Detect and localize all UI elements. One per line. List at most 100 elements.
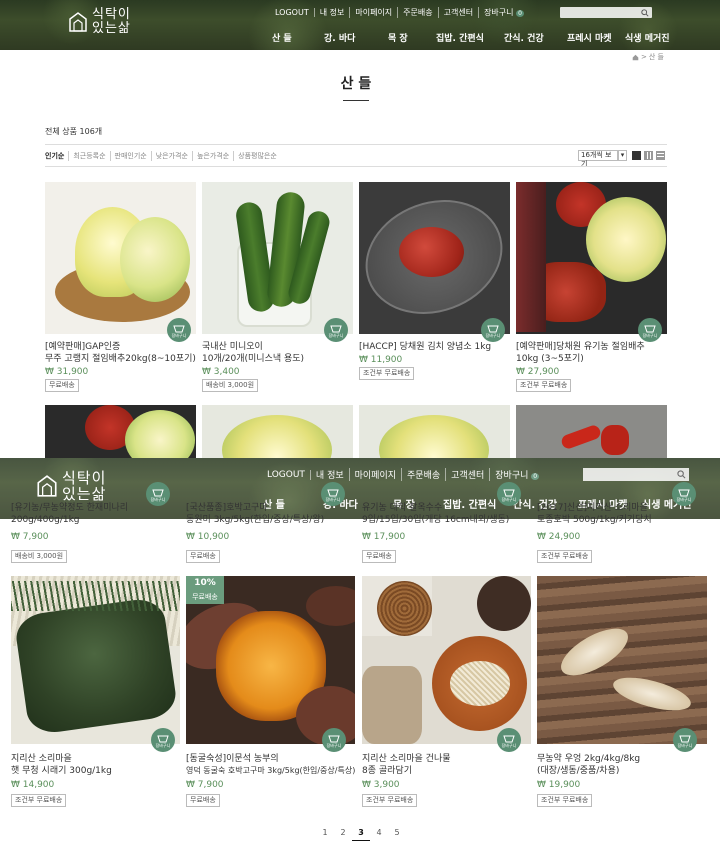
product-title[interactable]: [예약판매]당채원 유기농 절임배추 10kg (3~5포기): [516, 341, 645, 365]
page-2[interactable]: 2: [334, 828, 352, 841]
sort-popular[interactable]: 인기순: [45, 151, 70, 161]
breadcrumb: > 산 들: [632, 52, 664, 62]
product-image[interactable]: [537, 576, 707, 744]
add-to-cart-button[interactable]: 장바구니: [672, 482, 696, 506]
product-image[interactable]: [359, 182, 510, 334]
shipping-badge: 조건부 무료배송: [359, 367, 415, 380]
add-to-cart-button[interactable]: 장바구니: [638, 318, 662, 342]
home-icon[interactable]: [632, 54, 639, 61]
search-input[interactable]: [583, 468, 689, 481]
cart-icon: [157, 735, 169, 742]
nav-ranch[interactable]: 목 장: [388, 31, 436, 44]
logo-line1: 식탁이: [62, 469, 107, 487]
product-title-line1: [HACCP] 당채원 김치 양념소 1kg: [359, 342, 492, 352]
util-cart[interactable]: 장바구니 0: [479, 7, 529, 18]
shipping-badge: 조건부 무료배송: [11, 794, 67, 807]
logo[interactable]: 식탁이 있는삶: [68, 8, 131, 36]
product-card[interactable]: 장바구니 지리산 소리마을 건나물 8종 골라담기 ₩ 3,900 조건부 무료배…: [362, 576, 531, 808]
view-grid-icon[interactable]: [644, 151, 653, 160]
product-card[interactable]: 장바구니 [HACCP] 당채원 김치 양념소 1kg ₩ 11,900 조건부…: [359, 182, 510, 394]
cart-button-label: 장바구니: [155, 742, 171, 748]
util-mypage[interactable]: 마이페이지: [350, 7, 399, 18]
product-card[interactable]: 장바구니 [예약판매]GAP인증 무주 고랭지 절임배추20kg(8~10포기) …: [45, 182, 196, 394]
product-price: ₩ 11,900: [359, 355, 403, 365]
util-cart[interactable]: 장바구니 0: [490, 468, 544, 481]
product-price: ₩ 14,900: [11, 780, 55, 790]
product-title[interactable]: 지리산 소리마을 햇 무청 시래기 300g/1kg: [11, 753, 112, 777]
product-info[interactable]: 장바구니 [2017]신선]지리산 소리마을 토종호박 500g/1kg/커기당치…: [537, 482, 707, 563]
view-toggle: [632, 151, 665, 160]
add-to-cart-button[interactable]: 장바구니: [497, 482, 521, 506]
util-support[interactable]: 고객센터: [439, 7, 480, 18]
search-icon[interactable]: [677, 470, 686, 479]
nav-sandeul[interactable]: 산 들: [272, 31, 324, 44]
product-image[interactable]: [516, 182, 667, 334]
page-4[interactable]: 4: [370, 828, 388, 841]
page-1[interactable]: 1: [316, 828, 334, 841]
product-price: ₩ 3,900: [362, 780, 400, 790]
util-logout[interactable]: LOGOUT: [270, 8, 315, 17]
sort-best[interactable]: 판매인기순: [111, 151, 152, 161]
util-myinfo[interactable]: 내 정보: [311, 468, 350, 481]
search-input[interactable]: [560, 7, 652, 18]
nav-fresh-market[interactable]: 프레시 마켓: [567, 31, 625, 44]
breadcrumb-current[interactable]: 산 들: [649, 52, 664, 62]
page-3-current[interactable]: 3: [352, 828, 370, 841]
util-orders[interactable]: 주문배송: [398, 7, 439, 18]
search-icon[interactable]: [641, 8, 649, 17]
add-to-cart-button[interactable]: 장바구니: [673, 728, 697, 752]
product-card[interactable]: 장바구니 국내산 미니오이 10개/20개(미니스낵 용도) ₩ 3,400 배송…: [202, 182, 353, 394]
product-title[interactable]: [HACCP] 당채원 김치 양념소 1kg: [359, 341, 491, 353]
util-myinfo[interactable]: 내 정보: [315, 7, 351, 18]
add-to-cart-button[interactable]: 장바구니: [321, 482, 345, 506]
sticky-utility-nav: LOGOUT 내 정보 마이페이지 주문배송 고객센터 장바구니 0: [262, 468, 544, 481]
product-image[interactable]: [202, 405, 353, 458]
page-5[interactable]: 5: [388, 828, 406, 841]
add-to-cart-button[interactable]: 장바구니: [146, 482, 170, 506]
product-title[interactable]: 지리산 소리마을 건나물 8종 골라담기: [362, 753, 451, 777]
util-logout[interactable]: LOGOUT: [262, 469, 311, 480]
product-card[interactable]: 장바구니 지리산 소리마을 햇 무청 시래기 300g/1kg ₩ 14,900 …: [11, 576, 180, 808]
product-image[interactable]: [45, 182, 196, 334]
nav-homemeal[interactable]: 집밥. 간편식: [436, 31, 504, 44]
view-list-icon[interactable]: [632, 151, 641, 160]
sort-high-price[interactable]: 높은가격순: [193, 151, 235, 161]
util-support[interactable]: 고객센터: [446, 468, 491, 481]
add-to-cart-button[interactable]: 장바구니: [497, 728, 521, 752]
product-title[interactable]: [동굴숙성]이문석 농부의 영덕 동굴숙 호박고구마 3kg/5kg(한입/중상/…: [186, 753, 361, 777]
util-mypage[interactable]: 마이페이지: [350, 468, 403, 481]
product-image[interactable]: [11, 576, 180, 744]
add-to-cart-button[interactable]: 장바구니: [322, 728, 346, 752]
product-card[interactable]: 장바구니 [예약판매]당채원 유기농 절임배추 10kg (3~5포기) ₩ 27…: [516, 182, 667, 394]
add-to-cart-button[interactable]: 장바구니: [151, 728, 175, 752]
discount-percent: 10%: [194, 578, 216, 588]
nav-magazine[interactable]: 식생 메거진: [625, 31, 670, 44]
product-info[interactable]: 장바구니 유기농 대학 찰옥수수 9입/15입/30입(개당 16cm내외/생동)…: [362, 482, 532, 563]
product-image[interactable]: [516, 405, 667, 458]
sort-recent[interactable]: 최근등록순: [69, 151, 111, 161]
sticky-logo[interactable]: 식탁이 있는삶: [36, 470, 106, 502]
product-info[interactable]: 장바구니 [유기농/무농약정도 한재미나리 200g/400g/1kg ₩ 7,9…: [11, 482, 181, 563]
product-price: ₩ 17,900: [362, 532, 406, 542]
product-title[interactable]: [예약판매]GAP인증 무주 고랭지 절임배추20kg(8~10포기): [45, 341, 196, 365]
view-grid-large-icon[interactable]: [656, 151, 665, 160]
util-orders[interactable]: 주문배송: [402, 468, 447, 481]
product-image[interactable]: [359, 405, 510, 458]
product-title[interactable]: 무농약 우엉 2kg/4kg/8kg (대장/생동/중품/차용): [537, 753, 640, 777]
product-card[interactable]: 장바구니 무농약 우엉 2kg/4kg/8kg (대장/생동/중품/차용) ₩ 1…: [537, 576, 707, 808]
nav-river-sea[interactable]: 강. 바다: [324, 31, 388, 44]
per-page-value: 16개씩 보기: [578, 150, 618, 168]
product-image[interactable]: [45, 405, 196, 458]
nav-snack-health[interactable]: 간식. 건강: [504, 31, 567, 44]
product-image[interactable]: [362, 576, 531, 744]
sort-low-price[interactable]: 낮은가격순: [152, 151, 193, 161]
per-page-select[interactable]: 16개씩 보기 ▾: [578, 150, 627, 168]
add-to-cart-button[interactable]: 장바구니: [167, 318, 191, 342]
product-info[interactable]: 장바구니 [국산품종]호박고구마 동원미 3kg/5kg(한입/중상/특상/왕) …: [186, 482, 356, 563]
sort-reviews[interactable]: 상품평많은순: [234, 151, 281, 161]
product-title[interactable]: 국내산 미니오이 10개/20개(미니스낵 용도): [202, 341, 304, 365]
add-to-cart-button[interactable]: 장바구니: [481, 318, 505, 342]
add-to-cart-button[interactable]: 장바구니: [324, 318, 348, 342]
product-card[interactable]: 10% 무료배송 장바구니 [동굴숙성]이문석 농부의 영덕 동굴숙 호박고구마 …: [186, 576, 355, 808]
product-image[interactable]: [202, 182, 353, 334]
